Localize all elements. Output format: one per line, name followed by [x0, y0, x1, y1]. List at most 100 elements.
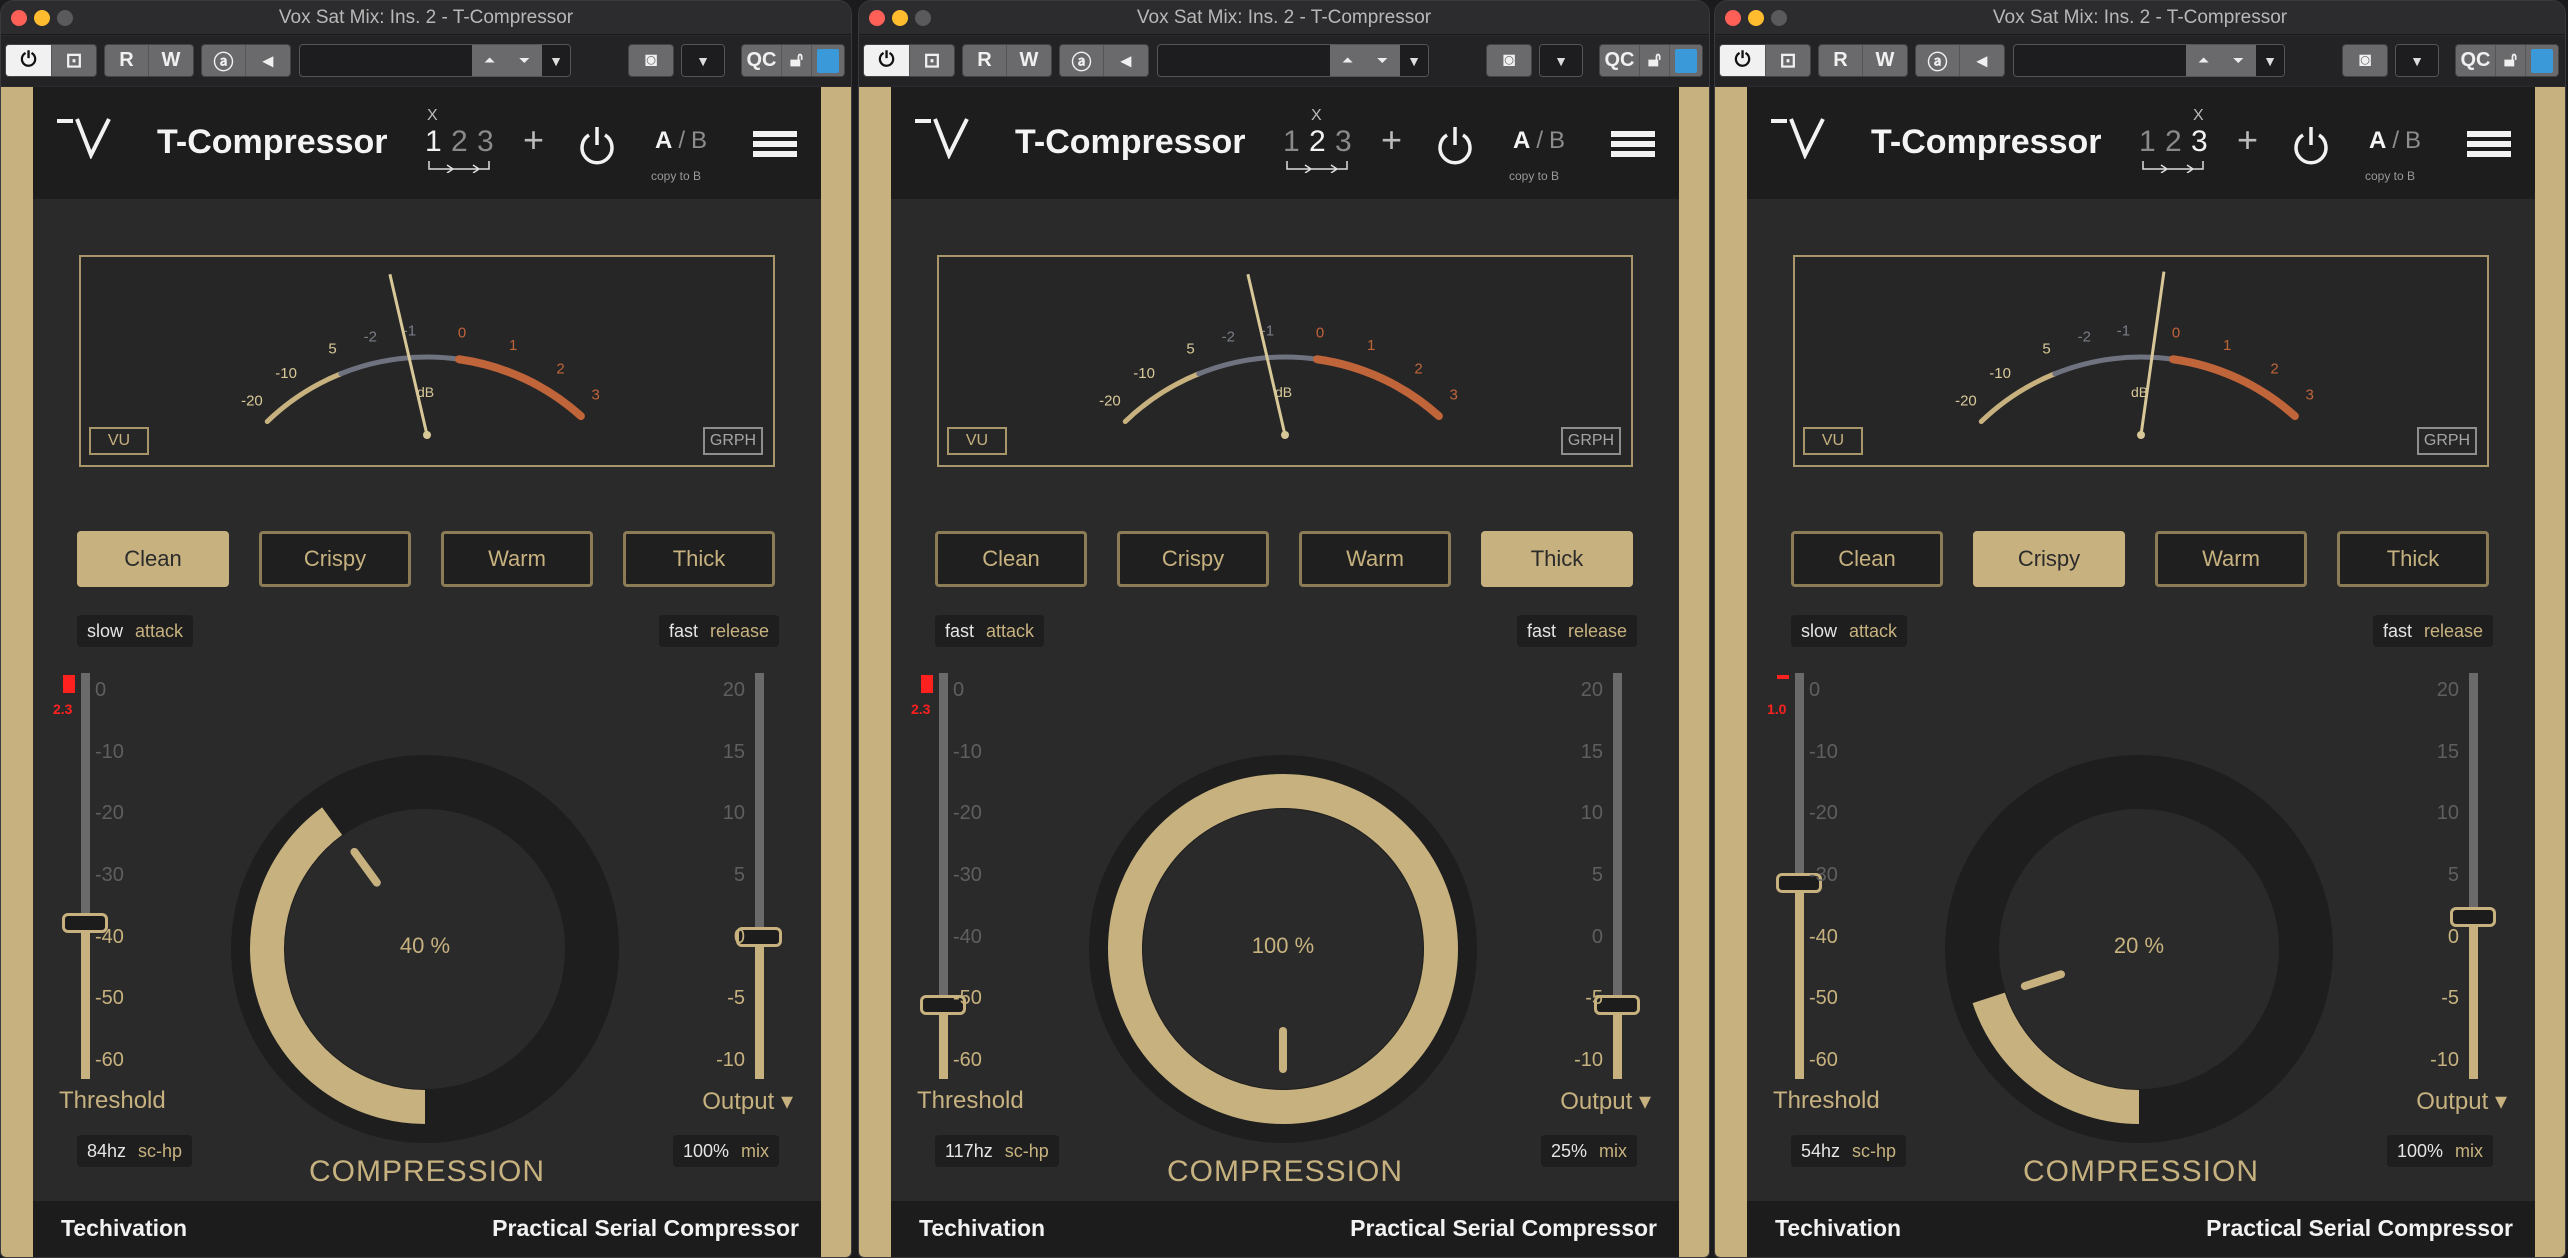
b-state-button[interactable]: B	[691, 127, 707, 154]
preset-selector[interactable]: ⏶ ⏷ ▼	[299, 44, 571, 77]
lock-button[interactable]: 🔓︎	[782, 45, 812, 76]
qc-button[interactable]: QC	[742, 45, 782, 76]
plugin-power-icon[interactable]	[577, 125, 617, 167]
slot-3-button[interactable]: 3	[1335, 125, 1352, 159]
ab-compare-toggle[interactable]: A / B	[655, 127, 707, 155]
qc-button[interactable]: QC	[2456, 45, 2496, 76]
hamburger-menu-icon[interactable]	[2467, 131, 2511, 161]
automation-mode-button[interactable]: ⓐ	[1060, 45, 1104, 76]
release-selector[interactable]: fast release	[1516, 615, 1637, 647]
character-warm-button[interactable]: Warm	[2155, 531, 2307, 587]
compression-knob[interactable]: 40 %	[229, 753, 621, 1145]
character-crispy-button[interactable]: Crispy	[259, 531, 411, 587]
attack-selector[interactable]: slow attack	[1791, 615, 1908, 647]
attack-selector[interactable]: fast attack	[935, 615, 1045, 647]
output-menu-button[interactable]: Output ▾	[1560, 1087, 1651, 1116]
threshold-slider-track[interactable]	[81, 673, 90, 1079]
snapshot-button[interactable]: ◙	[629, 45, 673, 76]
character-warm-button[interactable]: Warm	[441, 531, 593, 587]
color-button[interactable]	[812, 45, 844, 76]
release-selector[interactable]: fast release	[658, 615, 779, 647]
qc-button[interactable]: QC	[1600, 45, 1640, 76]
compression-knob[interactable]: 20 %	[1943, 753, 2335, 1145]
hamburger-menu-icon[interactable]	[1611, 131, 1655, 161]
sidechain-hp-selector[interactable]: 117hz sc-hp	[935, 1135, 1059, 1167]
slot-1-button[interactable]: 1	[1283, 125, 1300, 159]
load-prev-preset-icon[interactable]: ⏶	[2198, 52, 2209, 69]
mix-selector[interactable]: 25% mix	[1540, 1135, 1637, 1167]
load-next-preset-icon[interactable]: ⏷	[519, 52, 530, 69]
preset-step-buttons[interactable]: ⏶ ⏷	[2186, 45, 2256, 76]
read-automation-button[interactable]: R	[963, 45, 1007, 76]
character-thick-button[interactable]: Thick	[1481, 531, 1633, 587]
slot-close-button[interactable]: X	[2193, 107, 2204, 125]
character-crispy-button[interactable]: Crispy	[1973, 531, 2125, 587]
slot-close-button[interactable]: X	[1311, 107, 1322, 125]
preset-dropdown-button[interactable]: ▼	[2256, 45, 2284, 76]
slot-1-button[interactable]: 1	[425, 125, 442, 159]
vu-mode-button[interactable]: VU	[1803, 427, 1863, 455]
copy-to-b-button[interactable]: copy to B	[651, 169, 701, 183]
compression-knob[interactable]: 100 %	[1087, 753, 1479, 1145]
load-next-preset-icon[interactable]: ⏷	[2233, 52, 2244, 69]
b-state-button[interactable]: B	[1549, 127, 1565, 154]
output-menu-button[interactable]: Output ▾	[2416, 1087, 2507, 1116]
character-clean-button[interactable]: Clean	[77, 531, 229, 587]
preset-name-field[interactable]	[1158, 45, 1330, 76]
power-button[interactable]: ⏻	[1720, 45, 1766, 76]
preset-dropdown-button[interactable]: ▼	[542, 45, 570, 76]
color-button[interactable]	[1670, 45, 1702, 76]
add-slot-button[interactable]: +	[1381, 119, 1402, 161]
graph-mode-button[interactable]: GRPH	[2417, 427, 2477, 455]
vu-mode-button[interactable]: VU	[89, 427, 149, 455]
slot-1-button[interactable]: 1	[2139, 125, 2156, 159]
automation-mode-button[interactable]: ⓐ	[202, 45, 246, 76]
character-clean-button[interactable]: Clean	[1791, 531, 1943, 587]
window-titlebar[interactable]: Vox Sat Mix: Ins. 2 - T-Compressor	[1, 1, 851, 35]
character-clean-button[interactable]: Clean	[935, 531, 1087, 587]
output-slider-track[interactable]	[2469, 673, 2478, 1079]
preset-name-field[interactable]	[300, 45, 472, 76]
output-slider-handle[interactable]	[2450, 906, 2496, 927]
attack-selector[interactable]: slow attack	[77, 615, 194, 647]
hamburger-menu-icon[interactable]	[753, 131, 797, 161]
preset-name-field[interactable]	[2014, 45, 2186, 76]
compare-dropdown[interactable]: ▼	[681, 44, 725, 77]
previous-button[interactable]: ◂	[1960, 45, 2004, 76]
window-titlebar[interactable]: Vox Sat Mix: Ins. 2 - T-Compressor	[1715, 1, 2565, 35]
load-prev-preset-icon[interactable]: ⏶	[484, 52, 495, 69]
release-selector[interactable]: fast release	[2372, 615, 2493, 647]
lock-button[interactable]: 🔓︎	[2496, 45, 2526, 76]
slot-2-button[interactable]: 2	[451, 125, 468, 159]
a-state-button[interactable]: A	[1513, 127, 1530, 154]
sidechain-hp-selector[interactable]: 84hz sc-hp	[77, 1135, 193, 1167]
threshold-slider-track[interactable]	[939, 673, 948, 1079]
power-button[interactable]: ⏻	[6, 45, 52, 76]
character-thick-button[interactable]: Thick	[2337, 531, 2489, 587]
read-automation-button[interactable]: R	[105, 45, 149, 76]
character-crispy-button[interactable]: Crispy	[1117, 531, 1269, 587]
slot-close-button[interactable]: X	[427, 107, 438, 125]
slot-2-button[interactable]: 2	[2165, 125, 2182, 159]
output-menu-button[interactable]: Output ▾	[702, 1087, 793, 1116]
vu-mode-button[interactable]: VU	[947, 427, 1007, 455]
previous-button[interactable]: ◂	[246, 45, 290, 76]
mix-selector[interactable]: 100% mix	[2386, 1135, 2493, 1167]
write-automation-button[interactable]: W	[149, 45, 193, 76]
read-automation-button[interactable]: R	[1819, 45, 1863, 76]
add-slot-button[interactable]: +	[2237, 119, 2258, 161]
output-slider-track[interactable]	[755, 673, 764, 1079]
preset-dropdown-button[interactable]: ▼	[1400, 45, 1428, 76]
color-button[interactable]	[2526, 45, 2558, 76]
compare-button[interactable]: ⊡	[1766, 45, 1810, 76]
slot-3-button[interactable]: 3	[477, 125, 494, 159]
compare-dropdown[interactable]: ▼	[2395, 44, 2439, 77]
preset-selector[interactable]: ⏶ ⏷ ▼	[1157, 44, 1429, 77]
graph-mode-button[interactable]: GRPH	[703, 427, 763, 455]
slot-2-button[interactable]: 2	[1309, 125, 1326, 159]
copy-to-b-button[interactable]: copy to B	[1509, 169, 1559, 183]
b-state-button[interactable]: B	[2405, 127, 2421, 154]
automation-mode-button[interactable]: ⓐ	[1916, 45, 1960, 76]
sidechain-hp-selector[interactable]: 54hz sc-hp	[1791, 1135, 1907, 1167]
write-automation-button[interactable]: W	[1007, 45, 1051, 76]
